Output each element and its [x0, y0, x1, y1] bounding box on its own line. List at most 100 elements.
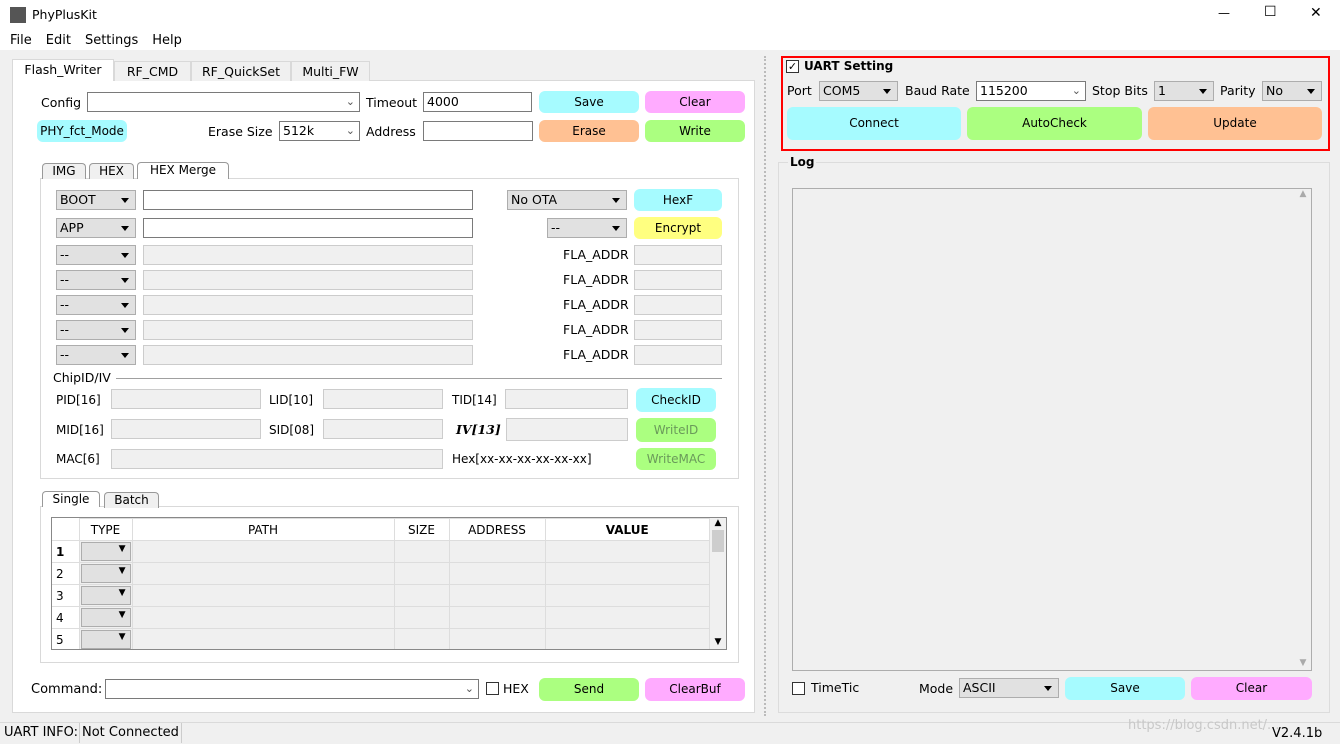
size-cell[interactable] — [393, 584, 450, 607]
scroll-thumb[interactable] — [712, 530, 724, 552]
tab-rf-quickset[interactable]: RF_QuickSet — [191, 61, 291, 81]
merge-type-select[interactable]: -- — [56, 320, 136, 340]
menu-settings[interactable]: Settings — [85, 33, 138, 48]
type-select[interactable]: ▼ — [80, 630, 131, 649]
merge-type-select[interactable]: -- — [56, 245, 136, 265]
merge-path-input[interactable] — [143, 190, 473, 210]
type-cell[interactable]: ▼ — [78, 606, 133, 629]
write-button[interactable]: Write — [645, 120, 745, 142]
menu-edit[interactable]: Edit — [46, 33, 71, 48]
lid-field[interactable] — [323, 389, 443, 409]
type-cell[interactable]: ▼ — [78, 540, 133, 563]
merge-type-select[interactable]: -- — [56, 345, 136, 365]
fla-addr-input[interactable] — [634, 270, 722, 290]
merge-type-select[interactable]: -- — [56, 270, 136, 290]
merge-path-input[interactable] — [143, 295, 473, 315]
merge-path-input[interactable] — [143, 320, 473, 340]
address-cell[interactable] — [448, 584, 546, 607]
path-cell[interactable] — [131, 562, 395, 585]
tab-single[interactable]: Single — [42, 491, 100, 507]
value-cell[interactable] — [544, 540, 710, 563]
checkid-button[interactable]: CheckID — [636, 388, 716, 412]
tab-multi-fw[interactable]: Multi_FW — [291, 61, 370, 81]
clear-button[interactable]: Clear — [645, 91, 745, 113]
save-button[interactable]: Save — [539, 91, 639, 113]
hex-checkbox[interactable] — [486, 682, 499, 695]
log-clear-button[interactable]: Clear — [1191, 677, 1312, 700]
send-button[interactable]: Send — [539, 678, 639, 701]
tab-img[interactable]: IMG — [42, 163, 86, 179]
encrypt-select[interactable]: -- — [547, 218, 627, 238]
tab-hex-merge[interactable]: HEX Merge — [137, 162, 229, 179]
merge-type-select[interactable]: BOOT — [56, 190, 136, 210]
fla-addr-input[interactable] — [634, 320, 722, 340]
erase-size-select[interactable]: 512k ⌄ — [279, 121, 360, 141]
timeout-input[interactable]: 4000 — [423, 92, 532, 112]
table-scrollbar[interactable]: ▲ ▼ — [710, 518, 726, 649]
mid-field[interactable] — [111, 419, 261, 439]
autocheck-button[interactable]: AutoCheck — [967, 107, 1142, 140]
update-button[interactable]: Update — [1148, 107, 1322, 140]
type-cell[interactable]: ▼ — [78, 584, 133, 607]
fla-addr-input[interactable] — [634, 345, 722, 365]
type-cell[interactable]: ▼ — [78, 562, 133, 585]
hexf-button[interactable]: HexF — [634, 189, 722, 211]
value-cell[interactable] — [544, 606, 710, 629]
address-cell[interactable] — [448, 562, 546, 585]
size-cell[interactable] — [393, 540, 450, 563]
merge-path-input[interactable] — [143, 345, 473, 365]
encrypt-button[interactable]: Encrypt — [634, 217, 722, 239]
scroll-up-icon[interactable]: ▲ — [710, 518, 726, 528]
menu-help[interactable]: Help — [152, 33, 182, 48]
size-cell[interactable] — [393, 606, 450, 629]
tab-rf-cmd[interactable]: RF_CMD — [114, 61, 191, 81]
phy-fct-mode-button[interactable]: PHY_fct_Mode — [37, 120, 127, 142]
address-cell[interactable] — [448, 606, 546, 629]
erase-button[interactable]: Erase — [539, 120, 639, 142]
tid-field[interactable] — [505, 389, 628, 409]
iv-field[interactable] — [506, 418, 628, 441]
log-scrollbar[interactable]: ▲ ▼ — [1295, 189, 1311, 670]
tab-hex[interactable]: HEX — [89, 163, 134, 179]
splitter-handle[interactable] — [764, 56, 768, 716]
log-textarea[interactable]: ▲ ▼ — [792, 188, 1312, 671]
config-select[interactable]: ⌄ — [87, 92, 360, 112]
connect-button[interactable]: Connect — [787, 107, 961, 140]
value-cell[interactable] — [544, 562, 710, 585]
scroll-up-icon[interactable]: ▲ — [1295, 189, 1311, 199]
scroll-down-icon[interactable]: ▼ — [710, 637, 726, 647]
size-cell[interactable] — [393, 562, 450, 585]
clearbuf-button[interactable]: ClearBuf — [645, 678, 745, 701]
merge-path-input[interactable] — [143, 245, 473, 265]
merge-path-input[interactable] — [143, 270, 473, 290]
merge-path-input[interactable] — [143, 218, 473, 238]
address-cell[interactable] — [448, 628, 546, 649]
writemac-button[interactable]: WriteMAC — [636, 448, 716, 470]
ota-select[interactable]: No OTA — [507, 190, 627, 210]
fla-addr-input[interactable] — [634, 295, 722, 315]
menu-file[interactable]: File — [10, 33, 32, 48]
size-cell[interactable] — [393, 628, 450, 649]
command-input[interactable]: ⌄ — [105, 679, 479, 699]
mode-select[interactable]: ASCII — [959, 678, 1059, 698]
merge-type-select[interactable]: APP — [56, 218, 136, 238]
path-cell[interactable] — [131, 628, 395, 649]
close-button[interactable]: ✕ — [1310, 5, 1322, 21]
minimize-button[interactable]: — — [1218, 6, 1230, 20]
sid-field[interactable] — [323, 419, 443, 439]
timetic-checkbox[interactable] — [792, 682, 805, 695]
tab-flash-writer[interactable]: Flash_Writer — [12, 59, 114, 81]
address-cell[interactable] — [448, 540, 546, 563]
maximize-button[interactable]: ☐ — [1264, 4, 1277, 20]
merge-type-select[interactable]: -- — [56, 295, 136, 315]
port-select[interactable]: COM5 — [819, 81, 898, 101]
parity-select[interactable]: No — [1262, 81, 1322, 101]
value-cell[interactable] — [544, 628, 710, 649]
log-save-button[interactable]: Save — [1065, 677, 1185, 700]
pid-field[interactable] — [111, 389, 261, 409]
fla-addr-input[interactable] — [634, 245, 722, 265]
address-input[interactable] — [423, 121, 533, 141]
uart-enable-checkbox[interactable]: ✓ — [786, 60, 799, 73]
path-cell[interactable] — [131, 584, 395, 607]
tab-batch[interactable]: Batch — [104, 492, 159, 508]
